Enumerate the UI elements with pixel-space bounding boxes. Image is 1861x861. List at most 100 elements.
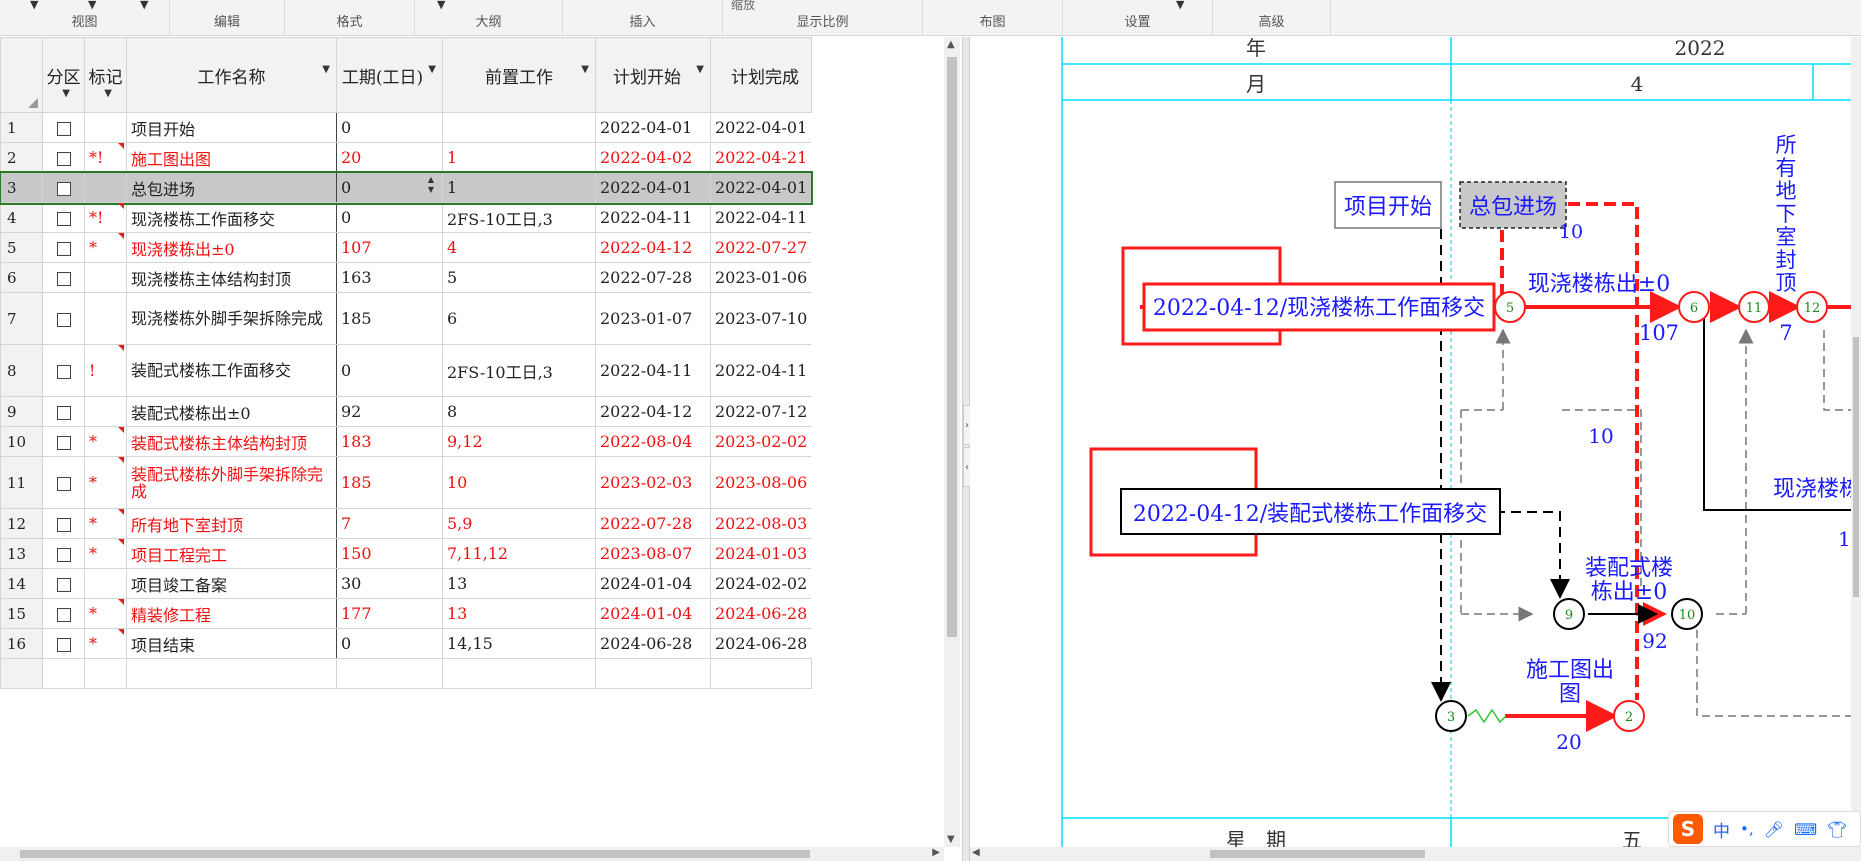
task-name-cell[interactable]: 项目工程完工 bbox=[126, 538, 337, 569]
duration-cell[interactable]: 0 bbox=[336, 344, 443, 397]
checkbox[interactable] bbox=[56, 211, 71, 226]
filter-arrow-icon[interactable]: ▼ bbox=[62, 88, 70, 99]
plan-start-cell[interactable]: 2022-04-01 bbox=[595, 172, 711, 203]
checkbox[interactable] bbox=[56, 517, 71, 532]
duration-cell[interactable]: 0 bbox=[336, 628, 443, 659]
checkbox[interactable] bbox=[56, 577, 71, 592]
scroll-left-icon[interactable]: ◀ bbox=[972, 847, 980, 858]
mark-cell[interactable]: * bbox=[84, 598, 127, 629]
plan-start-cell[interactable]: 2022-04-01 bbox=[595, 112, 711, 143]
zone-checkbox[interactable] bbox=[42, 344, 85, 397]
mark-cell[interactable]: * bbox=[84, 456, 127, 509]
zone-checkbox[interactable] bbox=[42, 142, 85, 173]
dropdown-arrow-icon[interactable]: ▼ bbox=[30, 0, 38, 11]
task-name-cell[interactable]: 所有地下室封顶 bbox=[126, 508, 337, 539]
checkbox[interactable] bbox=[56, 364, 71, 379]
predecessors-cell[interactable]: 5 bbox=[442, 262, 596, 293]
network-node[interactable]: 10 bbox=[1671, 598, 1703, 630]
dropdown-arrow-icon[interactable]: ▼ bbox=[437, 0, 445, 11]
plan-start-cell[interactable]: 2022-08-04 bbox=[595, 426, 711, 457]
filter-arrow-icon[interactable]: ▼ bbox=[581, 64, 589, 75]
duration-cell[interactable]: 183 bbox=[336, 426, 443, 457]
table-row[interactable]: 2 *! 施工图出图 20 1 2022-04-02 2022-04-21 bbox=[0, 142, 812, 173]
network-node[interactable]: 12 bbox=[1796, 291, 1828, 323]
predecessors-cell[interactable] bbox=[442, 112, 596, 143]
table-row[interactable]: 11 * 装配式楼栋外脚手架拆除完成 185 10 2023-02-03 2023-08-0… bbox=[0, 456, 812, 509]
table-horizontal-scrollbar[interactable]: ▶ bbox=[0, 847, 944, 861]
row-number[interactable]: 11 bbox=[0, 456, 43, 509]
zone-checkbox[interactable] bbox=[42, 508, 85, 539]
mark-cell[interactable]: * bbox=[84, 538, 127, 569]
mark-cell[interactable] bbox=[84, 396, 127, 427]
checkbox[interactable] bbox=[56, 241, 71, 256]
table-row[interactable]: 6 现浇楼栋主体结构封顶 163 5 2022-07-28 2023-01-06 bbox=[0, 262, 812, 293]
task-name-cell[interactable]: 装配式楼栋出±0 bbox=[126, 396, 337, 427]
plan-finish-cell[interactable]: 2022-08-03 bbox=[710, 508, 812, 539]
duration-cell[interactable]: 7 bbox=[336, 508, 443, 539]
table-row[interactable]: 14 项目竣工备案 30 13 2024-01-04 2024-02-02 bbox=[0, 568, 812, 599]
task-name-cell[interactable]: 现浇楼栋外脚手架拆除完成 bbox=[126, 292, 337, 345]
table-row[interactable]: 4 *! 现浇楼栋工作面移交 0 2FS-10工日,3 2022-04-11 2022-04… bbox=[0, 202, 812, 233]
row-number[interactable]: 7 bbox=[0, 292, 43, 345]
mark-cell[interactable] bbox=[84, 112, 127, 143]
scroll-thumb[interactable] bbox=[20, 850, 810, 858]
plan-finish-cell[interactable]: 2024-02-02 bbox=[710, 568, 812, 599]
keyboard-icon[interactable]: ⌨ bbox=[1794, 820, 1817, 839]
zone-checkbox[interactable] bbox=[42, 396, 85, 427]
col-header-zone[interactable]: 分区 ▼ bbox=[42, 37, 85, 113]
mark-cell[interactable]: * bbox=[84, 508, 127, 539]
zone-checkbox[interactable] bbox=[42, 598, 85, 629]
zone-checkbox[interactable] bbox=[42, 628, 85, 659]
network-node[interactable]: 5 bbox=[1494, 291, 1526, 323]
duration-cell[interactable]: 107 bbox=[336, 232, 443, 263]
mark-cell[interactable]: * bbox=[84, 426, 127, 457]
duration-cell[interactable]: 177 bbox=[336, 598, 443, 629]
predecessors-cell[interactable]: 13 bbox=[442, 598, 596, 629]
plan-start-cell[interactable]: 2023-02-03 bbox=[595, 456, 711, 509]
ime-language[interactable]: 中 bbox=[1713, 817, 1730, 842]
row-number[interactable]: 3 bbox=[0, 172, 43, 203]
zone-checkbox[interactable] bbox=[42, 262, 85, 293]
predecessors-cell[interactable]: 7,11,12 bbox=[442, 538, 596, 569]
zone-checkbox[interactable] bbox=[42, 568, 85, 599]
scroll-thumb[interactable] bbox=[1210, 850, 1425, 858]
scroll-thumb[interactable] bbox=[1853, 337, 1859, 597]
predecessors-cell[interactable]: 1 bbox=[442, 142, 596, 173]
checkbox[interactable] bbox=[56, 121, 71, 136]
predecessors-cell[interactable]: 1 bbox=[442, 172, 596, 203]
plan-finish-cell[interactable]: 2022-04-11 bbox=[710, 202, 812, 233]
task-name-cell[interactable]: 项目竣工备案 bbox=[126, 568, 337, 599]
col-header-plan-finish[interactable]: 计划完成 bbox=[710, 37, 812, 113]
scroll-down-icon[interactable]: ▼ bbox=[947, 834, 955, 845]
plan-finish-cell[interactable]: 2024-06-28 bbox=[710, 598, 812, 629]
mark-cell[interactable] bbox=[84, 172, 127, 203]
table-vertical-scrollbar[interactable]: ▲ ▼ bbox=[944, 37, 960, 847]
plan-finish-cell[interactable]: 2022-04-21 bbox=[710, 142, 812, 173]
plan-finish-cell[interactable]: 2022-04-01 bbox=[710, 172, 812, 203]
task-name-cell[interactable]: 现浇楼栋主体结构封顶 bbox=[126, 262, 337, 293]
table-row[interactable]: 3 总包进场 0 ▲ ▼ 1 2022-04-01 2022-04-01 bbox=[0, 170, 814, 205]
network-node[interactable]: 3 bbox=[1435, 700, 1467, 732]
checkbox[interactable] bbox=[56, 476, 71, 491]
corner-header[interactable] bbox=[0, 37, 43, 113]
row-number[interactable]: 15 bbox=[0, 598, 43, 629]
task-name-cell[interactable]: 项目开始 bbox=[126, 112, 337, 143]
scroll-thumb[interactable] bbox=[947, 57, 957, 637]
table-row[interactable]: 5 * 现浇楼栋出±0 107 4 2022-04-12 2022-07-27 bbox=[0, 232, 812, 263]
row-number[interactable]: 5 bbox=[0, 232, 43, 263]
mark-cell[interactable] bbox=[84, 262, 127, 293]
filter-arrow-icon[interactable]: ▼ bbox=[428, 64, 436, 75]
duration-cell[interactable]: 92 bbox=[336, 396, 443, 427]
zone-checkbox[interactable] bbox=[42, 112, 85, 143]
predecessors-cell[interactable]: 2FS-10工日,3 bbox=[442, 202, 596, 233]
plan-start-cell[interactable]: 2022-04-12 bbox=[595, 232, 711, 263]
task-name-cell[interactable]: 项目结束 bbox=[126, 628, 337, 659]
task-name-cell[interactable]: 施工图出图 bbox=[126, 142, 337, 173]
filter-arrow-icon[interactable]: ▼ bbox=[696, 64, 704, 75]
network-node[interactable]: 9 bbox=[1553, 598, 1585, 630]
mark-cell[interactable] bbox=[84, 568, 127, 599]
task-name-cell[interactable]: 总包进场 bbox=[126, 172, 337, 203]
zone-checkbox[interactable] bbox=[42, 538, 85, 569]
table-row[interactable]: 7 现浇楼栋外脚手架拆除完成 185 6 2023-01-07 2023-07-10 bbox=[0, 292, 812, 345]
diagram-vertical-scrollbar[interactable] bbox=[1851, 37, 1861, 847]
